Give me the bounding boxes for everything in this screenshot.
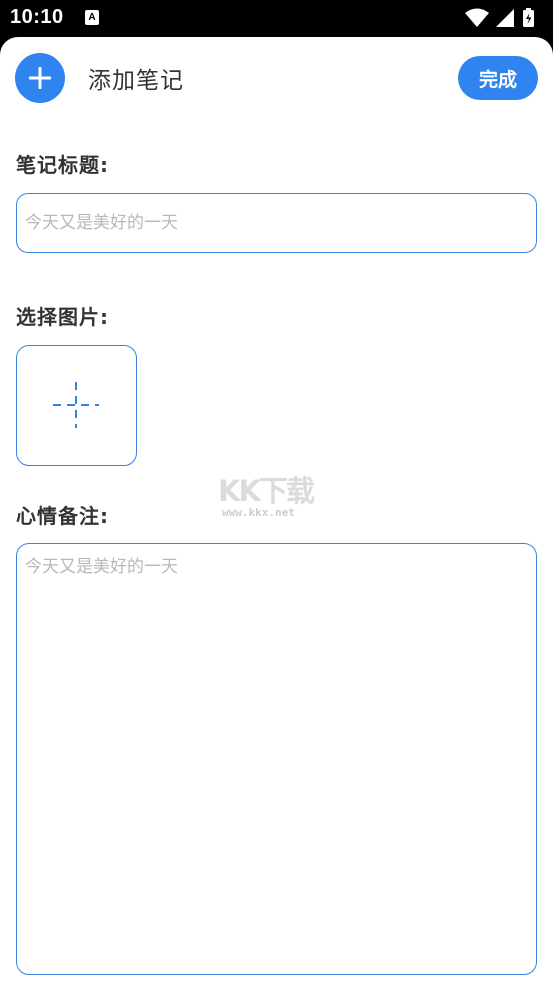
add-note-icon-button <box>15 53 65 103</box>
battery-icon <box>523 8 534 27</box>
mood-note-textarea[interactable] <box>16 543 537 975</box>
done-button[interactable]: 完成 <box>458 56 538 100</box>
page-title: 添加笔记 <box>88 68 184 94</box>
plus-icon <box>29 67 51 89</box>
note-title-label: 笔记标题: <box>16 153 109 177</box>
mood-note-label: 心情备注: <box>16 504 109 528</box>
watermark-logo: KK下载 <box>218 474 315 508</box>
note-title-input[interactable] <box>16 193 537 253</box>
watermark-url: www.kkx.net <box>222 506 295 519</box>
add-note-sheet: 添加笔记 完成 笔记标题: 选择图片: KK下载 www.kkx.net 心情备… <box>0 37 553 984</box>
add-image-plus-icon <box>53 382 99 428</box>
wifi-icon <box>465 8 489 27</box>
watermark: KK下载 www.kkx.net <box>218 468 340 524</box>
select-image-label: 选择图片: <box>16 305 109 329</box>
image-picker-button[interactable] <box>16 345 137 466</box>
status-time: 10:10 <box>10 6 64 28</box>
notification-icon: A <box>85 10 99 25</box>
signal-icon <box>496 9 514 27</box>
status-icons <box>465 8 534 27</box>
status-bar: 10:10 A <box>0 0 553 38</box>
